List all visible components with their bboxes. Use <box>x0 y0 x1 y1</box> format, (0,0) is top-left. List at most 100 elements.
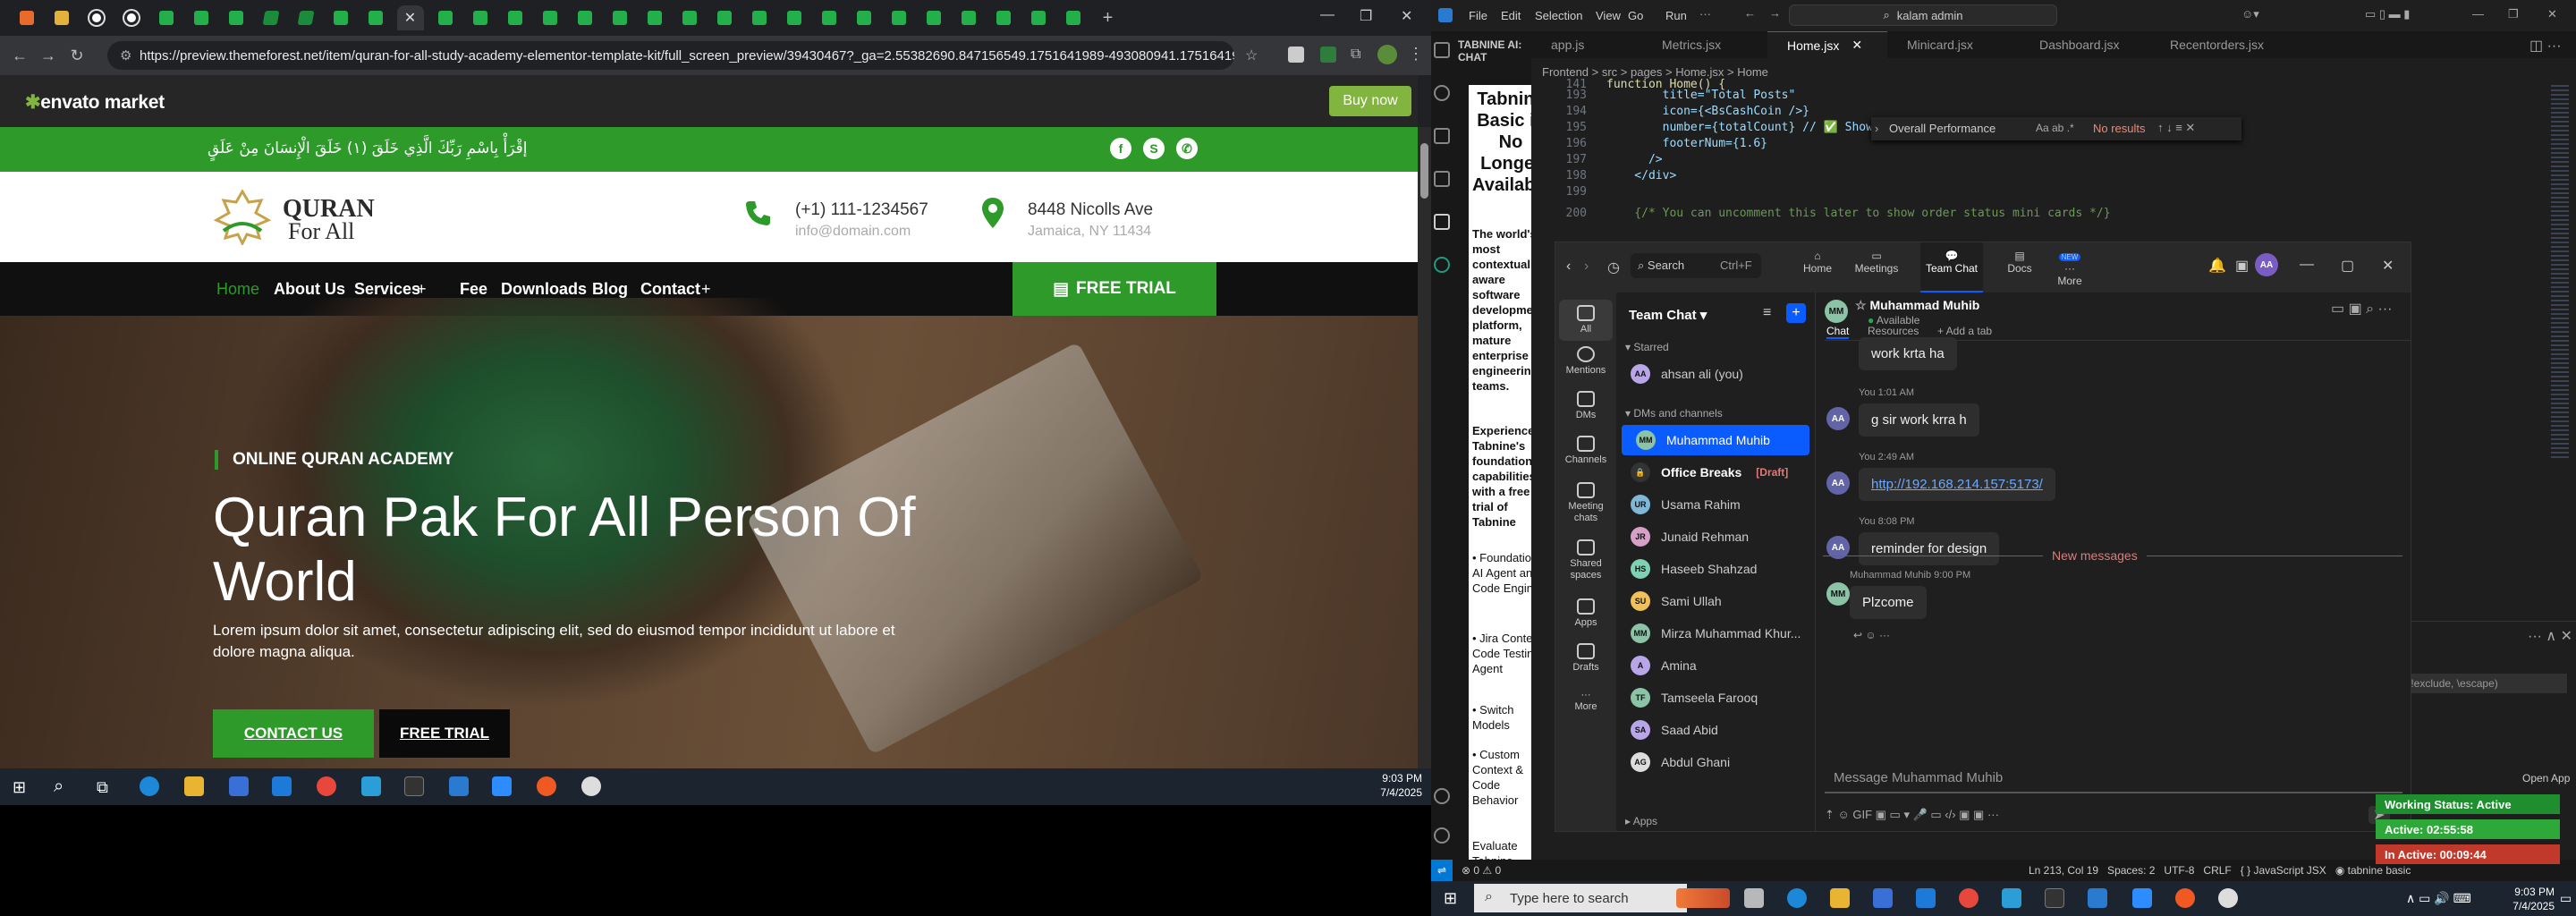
contact-us-button[interactable]: CONTACT US <box>213 709 374 758</box>
zoom-icon[interactable] <box>2132 888 2152 908</box>
rail-meeting-chats[interactable]: Meeting chats <box>1559 482 1613 524</box>
tab[interactable] <box>358 4 393 31</box>
menu-view[interactable]: View <box>1596 9 1621 22</box>
app-icon[interactable] <box>361 776 381 796</box>
tab[interactable] <box>846 4 881 31</box>
tab[interactable] <box>916 4 951 31</box>
rail-more[interactable]: ··· More <box>1559 690 1613 713</box>
tab[interactable] <box>288 4 323 31</box>
rail-apps[interactable]: Apps <box>1559 598 1613 629</box>
postman-icon[interactable] <box>537 776 556 796</box>
reload-icon[interactable]: ↻ <box>63 47 91 65</box>
contact-item[interactable]: MM Muhammad Muhib <box>1622 425 1809 455</box>
chat-message[interactable]: AA You 2:49 AM http://192.168.214.157:5173… <box>1826 452 2055 501</box>
forward-icon[interactable]: › <box>1584 259 1589 275</box>
page-scrollbar[interactable] <box>1418 127 1431 768</box>
nav-home[interactable]: ⌂ Home <box>1795 250 1840 275</box>
menu-go[interactable]: Go <box>1628 9 1643 22</box>
nav-meetings[interactable]: ▭ Meetings <box>1847 250 1906 275</box>
nav-blog[interactable]: Blog <box>592 280 628 299</box>
zoom-icon[interactable] <box>492 776 512 796</box>
settings-gear-icon[interactable] <box>1434 827 1450 844</box>
task-view-icon[interactable]: ⧉ <box>97 778 108 797</box>
tab-minicard-jsx[interactable]: Minicard.jsx <box>1887 31 2020 58</box>
extension-icon[interactable] <box>1288 47 1304 63</box>
back-icon[interactable]: ‹ <box>1566 259 1571 275</box>
nav-downloads[interactable]: Downloads <box>501 280 587 299</box>
nav-about[interactable]: About Us <box>274 280 345 299</box>
tab[interactable] <box>602 4 637 31</box>
open-app-link[interactable]: Open App <box>2522 772 2570 785</box>
find-nav-icon[interactable]: ↑ ↓ ≡ ✕ <box>2157 121 2195 135</box>
weather-widget-icon[interactable] <box>1676 888 1730 908</box>
code-line[interactable]: 199 <box>1531 185 1606 199</box>
tab[interactable] <box>532 4 567 31</box>
close-window-icon[interactable]: ✕ <box>2382 257 2394 275</box>
whiteboard-icon[interactable]: ▣ <box>2235 257 2249 275</box>
dms-header[interactable]: ▾ DMs and channels <box>1625 407 1723 420</box>
problems-count[interactable]: ⊗ 0 ⚠ 0 <box>1462 864 1501 877</box>
tab[interactable] <box>637 4 672 31</box>
tab[interactable] <box>707 4 741 31</box>
tab[interactable]: ✕ <box>393 4 428 31</box>
store-icon[interactable] <box>1873 888 1893 908</box>
code-line[interactable]: 197 /> <box>1531 153 1663 166</box>
apps-header[interactable]: ▸ Apps <box>1625 815 1657 827</box>
tab[interactable] <box>741 4 776 31</box>
chat-message[interactable]: AA You 1:01 AM g sir work krra h <box>1826 387 1979 437</box>
tab-recentorders-jsx[interactable]: Recentorders.jsx <box>2150 31 2302 58</box>
tab[interactable] <box>811 4 846 31</box>
rail-dms[interactable]: DMs <box>1559 391 1613 421</box>
whatsapp-icon[interactable]: ✆ <box>1176 138 1198 159</box>
tab[interactable] <box>79 4 114 31</box>
windows-start-icon[interactable]: ⊞ <box>1444 889 1457 908</box>
find-options-icon[interactable]: Aa ab .* <box>2036 122 2074 134</box>
maximize-icon[interactable]: ❐ <box>2508 7 2519 21</box>
reaction-icons[interactable]: ↩ ☺ ··· <box>1853 629 1890 641</box>
back-icon[interactable]: ← <box>5 47 34 65</box>
starred-header[interactable]: ▾ Starred <box>1625 341 1669 353</box>
contact-item[interactable]: AG Abdul Ghani <box>1616 747 1804 777</box>
breadcrumb[interactable]: Frontend > src > pages > Home.jsx > Home <box>1542 65 1768 79</box>
contact-item[interactable]: TF Tamseela Farooq <box>1616 683 1804 713</box>
tab[interactable] <box>9 4 44 31</box>
notifications-icon[interactable]: ▭ <box>2560 891 2572 906</box>
new-chat-button[interactable]: + <box>1786 303 1806 323</box>
contact-item[interactable]: 🔒 Office Breaks [Draft] <box>1616 457 1804 488</box>
code-line[interactable]: 193 title="Total Posts" <box>1531 89 1796 102</box>
tab[interactable] <box>672 4 707 31</box>
envato-logo[interactable]: ✱envato market <box>25 91 165 114</box>
extension-icon[interactable] <box>1320 47 1336 63</box>
menu-file[interactable]: File <box>1469 9 1487 22</box>
nav-home[interactable]: Home <box>216 280 259 299</box>
tab-metrics-jsx[interactable]: Metrics.jsx <box>1642 31 1767 58</box>
file-explorer-icon[interactable] <box>184 776 204 796</box>
chrome-menu-icon[interactable]: ⋮ <box>1408 45 1424 64</box>
rail-channels[interactable]: Channels <box>1559 436 1613 466</box>
code-line[interactable]: 198 </div> <box>1531 169 1677 182</box>
remote-icon[interactable]: ⇌ <box>1431 860 1453 881</box>
message-input[interactable]: Message Muhammad Muhib <box>1825 761 2402 793</box>
close-tab-icon[interactable]: ✕ <box>1852 38 1862 53</box>
contact-item[interactable]: HS Haseeb Shahzad <box>1616 554 1804 584</box>
system-tray-icons[interactable]: ∧ ▭ 🔊 ⌨ <box>2406 891 2471 906</box>
minimize-icon[interactable]: — <box>1320 7 1335 23</box>
extensions-icon[interactable] <box>1434 171 1450 187</box>
split-editor-icon[interactable]: ◫ ··· <box>2529 37 2562 55</box>
status-right[interactable]: Ln 213, Col 19 Spaces: 2 UTF-8 CRLF { } … <box>2029 864 2411 877</box>
extensions-puzzle-icon[interactable]: ⧉ <box>1351 47 1360 63</box>
panel-controls-icon[interactable]: ··· ∧ ✕ <box>2528 627 2572 645</box>
find-input[interactable]: Overall Performance <box>1889 122 1996 135</box>
tab-home-jsx[interactable]: Home.jsx ✕ <box>1767 31 1887 58</box>
contact-item[interactable]: SU Sami Ullah <box>1616 586 1804 616</box>
contact-item[interactable]: AA ahsan ali (you) <box>1616 359 1804 389</box>
nav-more[interactable]: NEW ··· More <box>2046 250 2094 287</box>
user-avatar[interactable]: AA <box>2255 253 2278 276</box>
tab[interactable] <box>218 4 253 31</box>
app-icon[interactable] <box>581 776 601 796</box>
incoming-message[interactable]: MM Muhammad Muhib 9:00 PM Plzcome <box>1826 570 1970 619</box>
app-icon[interactable] <box>2218 888 2238 908</box>
buy-now-button[interactable]: Buy now <box>1329 86 1411 116</box>
back-icon[interactable]: ← <box>1744 6 1756 20</box>
chrome-icon[interactable] <box>317 776 336 796</box>
